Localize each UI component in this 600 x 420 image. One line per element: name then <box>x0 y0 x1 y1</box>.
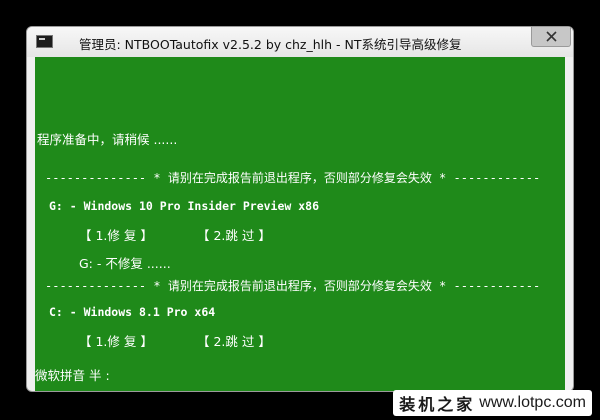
console-output: 程序准备中，请稍候 ...... -------------- * 请别在完成报… <box>35 57 565 391</box>
warning-separator: -------------- * 请别在完成报告前退出程序，否则部分修复会失效 … <box>45 171 541 185</box>
ime-status: 微软拼音 半 : <box>35 368 110 383</box>
window-title: 管理员: NTBOOTautofix v2.5.2 by chz_hlh - N… <box>79 37 462 52</box>
console-app-icon[interactable] <box>36 35 53 48</box>
preparing-message: 程序准备中，请稍候 ...... <box>37 132 178 147</box>
watermark: 装机之家 www.lotpc.com <box>393 390 592 416</box>
watermark-url: www.lotpc.com <box>479 394 586 411</box>
system-entry-g: G: - Windows 10 Pro Insider Preview x86 <box>49 199 320 213</box>
close-button[interactable] <box>531 27 571 47</box>
repair-option-button[interactable]: 【 1.修 复 】 <box>79 331 153 350</box>
close-icon <box>546 31 557 42</box>
repair-option-button[interactable]: 【 1.修 复 】 <box>79 225 153 244</box>
watermark-logo-text: 装机之家 <box>399 395 476 414</box>
console-window: 管理员: NTBOOTautofix v2.5.2 by chz_hlh - N… <box>26 26 574 392</box>
skip-option-button[interactable]: 【 2.跳 过 】 <box>197 225 271 244</box>
skip-status: G: - 不修复 ...... <box>79 256 171 271</box>
system-entry-c: C: - Windows 8.1 Pro x64 <box>49 305 216 319</box>
skip-option-button[interactable]: 【 2.跳 过 】 <box>197 331 271 350</box>
title-bar[interactable]: 管理员: NTBOOTautofix v2.5.2 by chz_hlh - N… <box>27 27 573 57</box>
warning-separator: -------------- * 请别在完成报告前退出程序，否则部分修复会失效 … <box>45 279 541 293</box>
